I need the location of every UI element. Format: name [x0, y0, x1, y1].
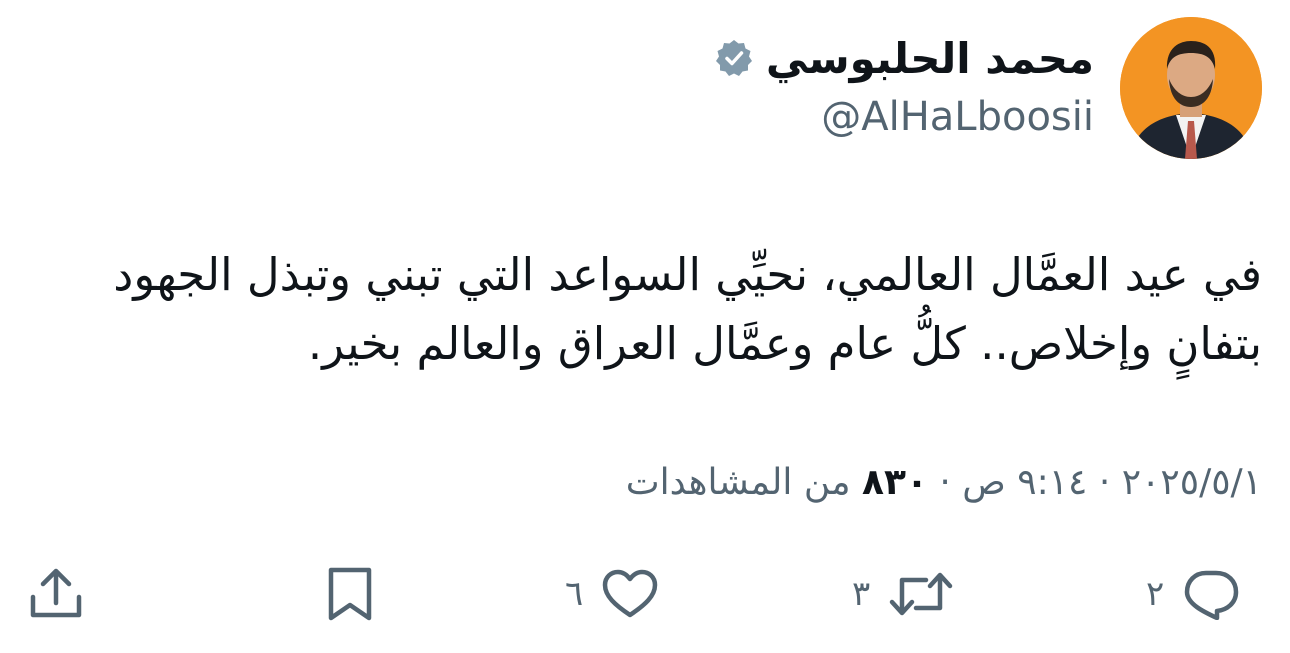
reply-button[interactable]: ٢ [1146, 566, 1240, 622]
bookmark-icon [322, 566, 378, 622]
tweet-text: في عيد العمَّال العالمي، نحيِّي السواعد … [22, 240, 1262, 378]
verified-badge-icon [714, 38, 754, 78]
reply-count: ٢ [1146, 574, 1165, 614]
author-handle[interactable]: @AlHaLboosii [821, 94, 1094, 140]
like-count: ٦ [565, 574, 584, 614]
author-display-name[interactable]: محمد الحلبوسي [766, 34, 1094, 83]
retweet-button[interactable]: ٣ [852, 566, 954, 622]
tweet-meta: ٢٠٢٥/٥/١ · ٩:١٤ ص · ٨٣٠ من المشاهدات [626, 462, 1262, 503]
author-name-row: محمد الحلبوسي [714, 30, 1094, 86]
tweet-text-line: بتفانٍ وإخلاص.. كلُّ عام وعمَّال العراق … [307, 317, 1262, 370]
views-count: ٨٣٠ [862, 462, 928, 503]
avatar[interactable] [1120, 17, 1262, 159]
tweet-date[interactable]: ٢٠٢٥/٥/١ [1122, 462, 1262, 503]
views-label: من المشاهدات [625, 462, 851, 503]
share-icon [28, 567, 84, 621]
bookmark-button[interactable] [322, 566, 378, 622]
meta-separator: · [1087, 462, 1122, 503]
avatar-image [1120, 17, 1262, 159]
retweet-icon [888, 568, 954, 620]
reply-icon [1182, 568, 1240, 620]
retweet-count: ٣ [852, 574, 871, 614]
tweet-text-line: في عيد العمَّال العالمي، نحيِّي السواعد … [113, 248, 1262, 301]
meta-separator: · [927, 462, 963, 503]
tweet-card: محمد الحلبوسي @AlHaLboosii في عيد العمَّ… [0, 0, 1290, 653]
tweet-time[interactable]: ٩:١٤ ص [962, 462, 1087, 503]
share-button[interactable] [28, 566, 84, 622]
like-button[interactable]: ٦ [565, 566, 659, 622]
like-icon [601, 568, 659, 620]
